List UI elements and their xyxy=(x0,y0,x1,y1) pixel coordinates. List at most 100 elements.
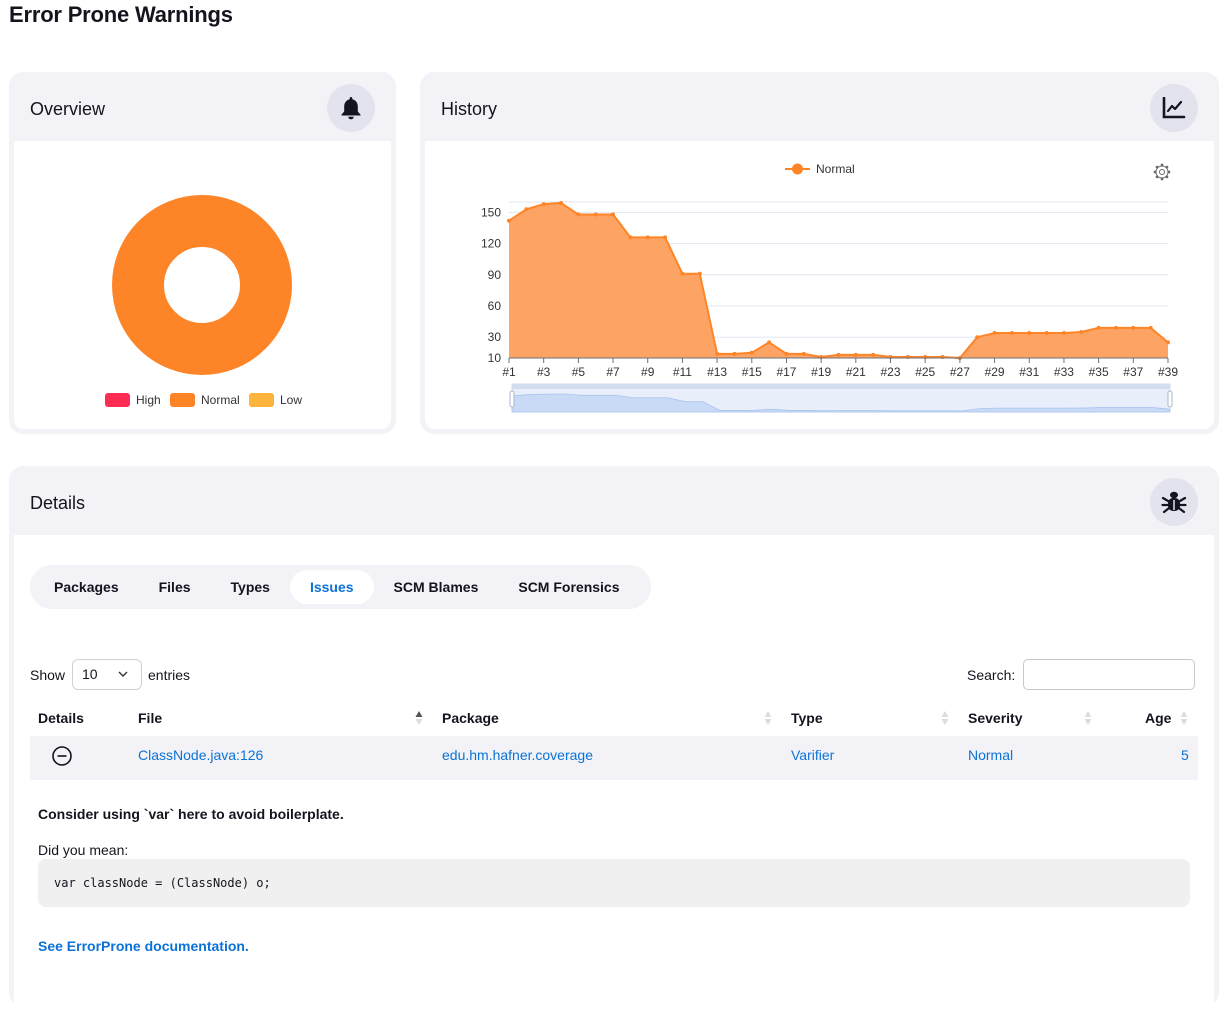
tab-files[interactable]: Files xyxy=(139,570,211,604)
slider-handle-start[interactable] xyxy=(509,390,515,408)
column-header-severity[interactable]: Severity xyxy=(968,710,1022,726)
donut-slice-normal[interactable] xyxy=(112,195,292,375)
data-point[interactable] xyxy=(871,352,876,357)
data-point[interactable] xyxy=(645,235,650,240)
y-tick-label: 150 xyxy=(481,205,501,219)
y-tick-label: 90 xyxy=(488,268,502,282)
x-tick-label: #35 xyxy=(1089,365,1109,379)
gear-hub xyxy=(1159,169,1165,175)
chevron-down-icon xyxy=(118,671,128,677)
legend-item-normal[interactable]: Normal xyxy=(170,393,240,407)
column-header-file[interactable]: File xyxy=(138,710,162,726)
datazoom-slider[interactable] xyxy=(509,383,1173,413)
x-axis: #1 #3 #5 #7 #9 #11 #13 #15 #17 #19 #21 #23 #25 #27 #29… xyxy=(502,357,1178,379)
data-point[interactable] xyxy=(680,271,685,276)
data-point[interactable] xyxy=(715,351,720,356)
x-tick-label: #29 xyxy=(985,365,1005,379)
bug-icon[interactable] xyxy=(1150,478,1198,526)
sort-icon[interactable] xyxy=(764,709,772,727)
collapse-details-icon[interactable] xyxy=(51,745,73,767)
data-point[interactable] xyxy=(836,352,841,357)
data-point[interactable] xyxy=(1061,331,1066,336)
data-point[interactable] xyxy=(767,340,772,345)
data-point[interactable] xyxy=(1079,330,1084,334)
data-point[interactable] xyxy=(1113,325,1118,330)
data-point[interactable] xyxy=(541,202,546,207)
history-area-chart: 10306090120150#1 #3 #5 #7 #9 #11 #13 #15 #17 #19 #… xyxy=(481,162,1178,413)
tab-scm-blames[interactable]: SCM Blames xyxy=(374,570,499,604)
package-link[interactable]: edu.hm.hafner.coverage xyxy=(442,747,593,763)
tab-scm-forensics[interactable]: SCM Forensics xyxy=(498,570,639,604)
details-tabs: Packages Files Types Issues SCM Blames S… xyxy=(30,565,651,609)
x-tick-label: #21 xyxy=(846,365,866,379)
data-point[interactable] xyxy=(1148,325,1153,330)
x-tick-label: #25 xyxy=(915,365,935,379)
y-tick-label: 120 xyxy=(481,237,501,251)
bell-icon[interactable] xyxy=(327,84,375,132)
issue-message: Consider using `var` here to avoid boile… xyxy=(38,806,344,822)
legend-item-high[interactable]: High xyxy=(105,393,161,407)
data-point[interactable] xyxy=(524,207,529,212)
data-point[interactable] xyxy=(992,331,997,336)
history-legend-item-normal[interactable]: Normal xyxy=(785,162,855,176)
data-point[interactable] xyxy=(1044,331,1049,336)
sort-icon[interactable] xyxy=(1180,709,1188,727)
legend-swatch xyxy=(105,393,130,407)
column-header-package[interactable]: Package xyxy=(442,710,499,726)
data-point[interactable] xyxy=(784,351,789,356)
page-title: Error Prone Warnings xyxy=(9,2,233,27)
data-point[interactable] xyxy=(749,350,754,355)
data-point[interactable] xyxy=(801,351,806,356)
legend-swatch xyxy=(170,393,195,407)
data-point[interactable] xyxy=(697,271,702,276)
sort-asc-icon[interactable] xyxy=(415,709,423,727)
file-link[interactable]: ClassNode.java:126 xyxy=(138,747,263,763)
data-point[interactable] xyxy=(1009,331,1014,336)
history-title: History xyxy=(441,99,498,119)
data-point[interactable] xyxy=(628,235,633,240)
x-tick-label: #17 xyxy=(776,365,796,379)
data-point[interactable] xyxy=(663,235,668,240)
search-input[interactable] xyxy=(1023,659,1195,690)
data-point[interactable] xyxy=(611,212,616,217)
documentation-link[interactable]: See ErrorProne documentation. xyxy=(38,938,249,954)
type-link[interactable]: Varifier xyxy=(791,747,834,763)
data-point[interactable] xyxy=(593,212,598,217)
sort-icon[interactable] xyxy=(1084,709,1092,727)
overview-body: High Normal Low xyxy=(14,141,391,429)
age-link[interactable]: 5 xyxy=(1181,747,1189,763)
data-point[interactable] xyxy=(1096,325,1101,330)
scrollbar-track[interactable] xyxy=(1214,535,1219,982)
column-header-type[interactable]: Type xyxy=(791,710,823,726)
overview-card: Overview High Normal Low xyxy=(9,72,396,434)
data-point[interactable] xyxy=(732,351,737,356)
tab-packages[interactable]: Packages xyxy=(34,570,139,604)
legend-marker xyxy=(792,163,803,175)
legend-label: Low xyxy=(280,393,303,407)
data-point[interactable] xyxy=(576,212,581,217)
search-label: Search: xyxy=(967,667,1016,683)
data-point[interactable] xyxy=(1027,331,1032,336)
gear-ring xyxy=(1155,165,1169,179)
gear-icon[interactable] xyxy=(1153,163,1171,181)
data-point[interactable] xyxy=(507,218,511,223)
slider-handle-end[interactable] xyxy=(1167,390,1173,408)
tab-issues[interactable]: Issues xyxy=(289,570,374,604)
page-size-select[interactable]: 10 xyxy=(72,659,142,690)
tab-types[interactable]: Types xyxy=(211,570,290,604)
x-tick-label: #31 xyxy=(1019,365,1039,379)
data-point[interactable] xyxy=(853,352,858,357)
x-tick-label: #5 xyxy=(572,365,586,379)
sort-icon[interactable] xyxy=(941,709,949,727)
entries-label: entries xyxy=(148,667,191,683)
data-point[interactable] xyxy=(1131,325,1136,330)
data-point[interactable] xyxy=(559,201,564,206)
column-header-details: Details xyxy=(38,710,84,726)
severity-link[interactable]: Normal xyxy=(968,747,1013,763)
data-point[interactable] xyxy=(1166,340,1170,345)
column-header-age[interactable]: Age xyxy=(1145,710,1171,726)
line-chart-icon[interactable] xyxy=(1150,84,1198,132)
slider-move-handle[interactable] xyxy=(512,384,1170,389)
legend-item-low[interactable]: Low xyxy=(249,393,302,407)
data-point[interactable] xyxy=(975,335,980,340)
